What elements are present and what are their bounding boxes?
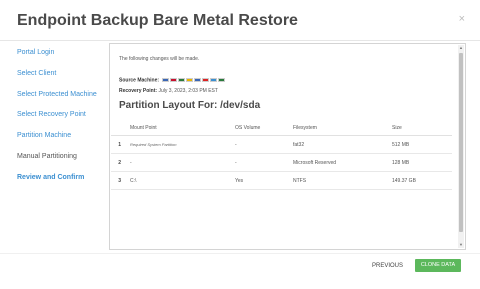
row-size: 128 MB: [392, 159, 410, 166]
step-partition-machine[interactable]: Partition Machine: [17, 131, 109, 152]
source-machine-label: Source Machine:: [119, 77, 160, 84]
source-machine-flags-icon: [162, 77, 226, 83]
flag-icon: [218, 77, 226, 82]
footer-divider: [0, 253, 480, 254]
row-mount-point: Required System Partition: [130, 142, 177, 147]
scroll-up-icon[interactable]: ▲: [459, 46, 463, 50]
row-filesystem: Microsoft Reserved: [293, 159, 337, 166]
flag-icon: [186, 77, 194, 82]
flag-icon: [170, 77, 178, 82]
step-review-and-confirm[interactable]: Review and Confirm: [17, 173, 109, 194]
row-number: 1: [118, 141, 121, 148]
step-select-client[interactable]: Select Client: [17, 69, 109, 90]
table-header: Mount Point OS Volume Filesystem Size: [111, 121, 452, 136]
step-select-recovery-point[interactable]: Select Recovery Point: [17, 110, 109, 131]
row-mount-point: -: [130, 159, 132, 166]
header-divider: [0, 40, 480, 41]
row-os-volume: -: [235, 141, 237, 148]
flag-icon: [178, 77, 186, 82]
row-mount-point: C:\: [130, 177, 137, 184]
clone-data-button[interactable]: CLONE DATA: [415, 259, 461, 272]
recovery-point-label: Recovery Point:: [119, 88, 158, 94]
vertical-scrollbar[interactable]: ▲ ▼: [458, 45, 464, 248]
header-size: Size: [392, 125, 402, 131]
previous-button[interactable]: PREVIOUS: [372, 262, 403, 270]
row-number: 2: [118, 159, 121, 166]
flag-icon: [210, 77, 218, 82]
scrollbar-thumb[interactable]: [459, 53, 463, 232]
table-row: 1 Required System Partition - fat32 512 …: [111, 136, 452, 154]
header-filesystem: Filesystem: [293, 125, 317, 131]
header-mount-point: Mount Point: [130, 125, 157, 131]
row-number: 3: [118, 177, 121, 184]
flag-icon: [194, 77, 202, 82]
source-machine-row: Source Machine:: [119, 77, 226, 83]
partition-layout-title: Partition Layout For: /dev/sda: [119, 100, 261, 111]
intro-text: The following changes will be made.: [119, 56, 200, 62]
row-size: 512 MB: [392, 141, 410, 148]
close-icon[interactable]: ×: [459, 14, 465, 25]
restore-dialog: Endpoint Backup Bare Metal Restore × Por…: [0, 0, 480, 289]
partition-table: Mount Point OS Volume Filesystem Size 1 …: [111, 121, 452, 190]
recovery-point-row: Recovery Point: July 3, 2023, 2:03 PM ES…: [119, 88, 218, 94]
step-select-protected-machine[interactable]: Select Protected Machine: [17, 90, 109, 111]
dialog-title: Endpoint Backup Bare Metal Restore: [17, 12, 298, 29]
wizard-steps: Portal Login Select Client Select Protec…: [17, 48, 109, 194]
row-filesystem: fat32: [293, 141, 305, 148]
review-panel[interactable]: The following changes will be made. Sour…: [109, 43, 466, 250]
row-os-volume: Yes: [235, 177, 244, 184]
recovery-point-value: July 3, 2023, 2:03 PM EST: [158, 88, 218, 94]
scroll-down-icon[interactable]: ▼: [459, 243, 463, 247]
row-filesystem: NTFS: [293, 177, 307, 184]
header-os-volume: OS Volume: [235, 125, 261, 131]
table-row: 2 - - Microsoft Reserved 128 MB: [111, 154, 452, 172]
step-portal-login[interactable]: Portal Login: [17, 48, 109, 69]
step-manual-partitioning[interactable]: Manual Partitioning: [17, 152, 109, 173]
row-size: 149.37 GB: [392, 177, 416, 184]
table-row: 3 C:\ Yes NTFS 149.37 GB: [111, 172, 452, 190]
flag-icon: [162, 77, 170, 82]
row-os-volume: -: [235, 159, 237, 166]
flag-icon: [202, 77, 210, 82]
